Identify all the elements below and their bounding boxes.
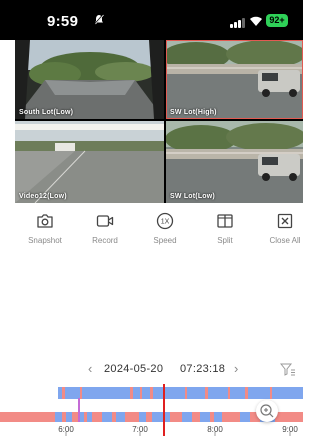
event-segment <box>72 412 78 422</box>
timeline-date[interactable]: 2024-05-20 <box>104 363 163 375</box>
event-marker <box>62 387 65 399</box>
snapshot-button[interactable]: Snapshot <box>15 212 75 245</box>
timeline-tick-label: 7:00 <box>132 425 148 434</box>
event-marker <box>130 387 133 399</box>
signal-icon <box>230 18 246 28</box>
chevron-left-icon[interactable]: ‹ <box>88 362 92 376</box>
snapshot-label: Snapshot <box>28 236 62 245</box>
event-segment <box>125 412 139 422</box>
timeline-tick-label: 9:00 <box>282 425 298 434</box>
camera-tile-video12[interactable]: Video12(Low) <box>15 121 164 203</box>
status-time: 9:59 <box>47 13 79 30</box>
video-record-icon <box>96 215 114 227</box>
camera-label: SW Lot(Low) <box>170 193 215 200</box>
speed-button[interactable]: 1X Speed <box>135 212 195 245</box>
event-segment <box>112 412 116 422</box>
close-all-icon <box>277 213 293 229</box>
wifi-icon <box>249 14 263 26</box>
event-marker <box>80 387 82 399</box>
camera-tile-sw-lot-low[interactable]: SW Lot(Low) <box>166 121 303 203</box>
close-all-button[interactable]: Close All <box>255 212 303 245</box>
date-navigation: ‹ 2024-05-20 07:23:18 › <box>0 362 303 376</box>
event-segment <box>170 412 182 422</box>
event-marker <box>150 387 153 399</box>
record-label: Record <box>92 236 118 245</box>
camera-label: Video12(Low) <box>19 193 67 200</box>
camera-feed-image <box>15 40 164 119</box>
zoom-in-button[interactable] <box>256 400 278 422</box>
recording-segment <box>58 387 303 399</box>
split-button[interactable]: Split <box>195 212 255 245</box>
event-segment <box>192 412 200 422</box>
playhead-cursor <box>163 384 165 436</box>
battery-icon: 92+ <box>266 14 288 27</box>
camera-tile-south-lot[interactable]: South Lot(Low) <box>15 40 164 119</box>
camera-label: SW Lot(High) <box>170 109 217 116</box>
timeline-time: 07:23:18 <box>180 363 226 375</box>
event-segment <box>222 412 240 422</box>
event-segment <box>275 412 303 422</box>
event-marker <box>270 387 272 399</box>
camera-tile-sw-lot-high[interactable]: SW Lot(High) <box>166 40 303 119</box>
filter-icon[interactable] <box>280 363 296 376</box>
playback-toolbar: Snapshot Record 1X Speed Split Close All <box>15 212 303 256</box>
camera-label: South Lot(Low) <box>19 109 74 116</box>
event-segment <box>84 412 87 422</box>
timeline-tick-label: 6:00 <box>58 425 74 434</box>
event-segment <box>146 412 152 422</box>
speed-value: 1X <box>161 219 170 226</box>
timeline-tick-label: 8:00 <box>207 425 223 434</box>
do-not-disturb-icon <box>94 14 104 28</box>
event-segment <box>92 412 102 422</box>
magnifier-plus-icon <box>260 404 274 418</box>
camera-feed-image <box>15 121 164 203</box>
close-all-label: Close All <box>269 236 301 245</box>
chevron-right-icon[interactable]: › <box>234 362 238 376</box>
camera-feed-image <box>166 40 303 119</box>
event-segment <box>62 412 66 422</box>
motion-marker <box>78 398 80 422</box>
split-label: Split <box>217 236 233 245</box>
video-grid: South Lot(Low) SW Lot(High) Video12(Low)… <box>15 40 303 203</box>
event-segment <box>0 412 55 422</box>
screen: 9:59 92+ South Lot(Low) SW Lot(High) Vid… <box>0 0 303 436</box>
split-screen-icon <box>217 214 233 228</box>
event-marker <box>205 387 208 399</box>
camera-icon <box>37 214 53 228</box>
speed-label: Speed <box>153 236 177 245</box>
record-button[interactable]: Record <box>75 212 135 245</box>
status-bar: 9:59 92+ <box>0 0 303 40</box>
speed-icon: 1X <box>156 212 174 230</box>
event-marker <box>228 387 230 399</box>
event-marker <box>140 387 142 399</box>
event-segment <box>210 412 214 422</box>
event-marker <box>245 387 248 399</box>
camera-feed-image <box>166 121 303 203</box>
event-marker <box>185 387 187 399</box>
